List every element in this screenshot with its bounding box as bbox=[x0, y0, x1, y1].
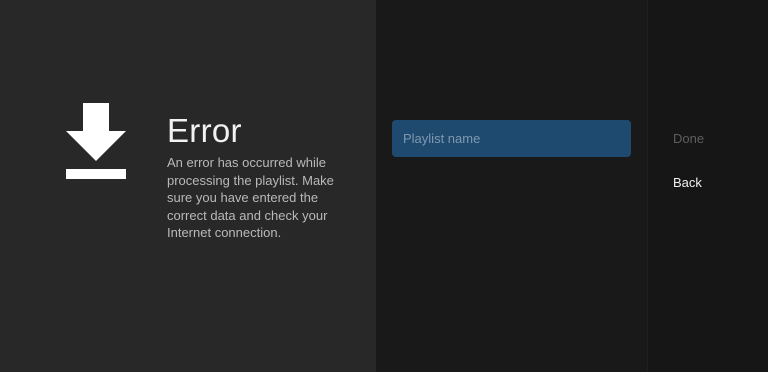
error-title: Error bbox=[167, 112, 242, 149]
form-panel bbox=[376, 0, 647, 372]
back-button[interactable]: Back bbox=[673, 175, 702, 190]
download-icon bbox=[66, 103, 126, 179]
playlist-name-input[interactable] bbox=[392, 120, 631, 157]
guidance-panel: Error An error has occurred while proces… bbox=[0, 0, 376, 372]
error-message: An error has occurred while processing t… bbox=[167, 155, 334, 241]
actions-panel bbox=[647, 0, 768, 372]
done-button[interactable]: Done bbox=[673, 131, 704, 146]
guided-step-screen: Error An error has occurred while proces… bbox=[0, 0, 768, 372]
